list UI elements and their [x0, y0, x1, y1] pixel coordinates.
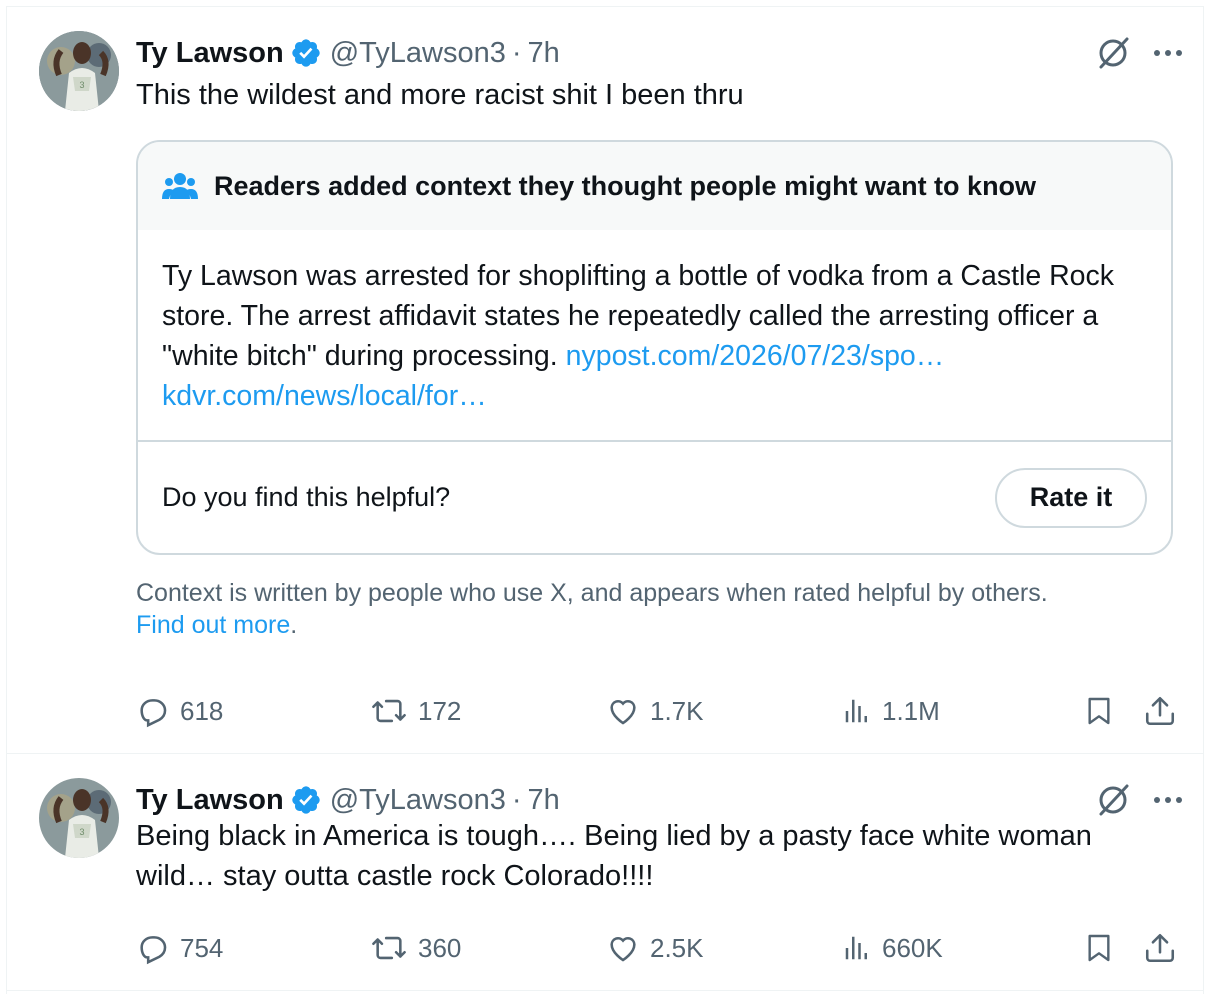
community-note-header: Readers added context they thought peopl… [138, 142, 1171, 230]
find-out-more-link[interactable]: Find out more [136, 611, 290, 639]
avatar[interactable]: 3 [39, 778, 119, 858]
community-note-title: Readers added context they thought peopl… [214, 170, 1037, 201]
grok-icon[interactable] [1095, 782, 1131, 818]
people-icon [162, 171, 198, 201]
tweet-text: This the wildest and more racist shit I … [136, 79, 744, 111]
share-icon[interactable] [1143, 693, 1177, 729]
bookmark-icon[interactable] [1083, 693, 1115, 729]
like-icon [606, 931, 640, 965]
verified-badge-icon [290, 784, 322, 816]
tweet-actions: 618 172 1.7K 1.1M [136, 691, 1177, 731]
tweet-actions: 754 360 2.5K 660K [136, 928, 1177, 968]
community-note-footer: Do you find this helpful? Rate it [138, 442, 1171, 553]
like-icon [606, 694, 640, 728]
bookmark-icon[interactable] [1083, 930, 1115, 966]
tweet-end-actions [1083, 693, 1177, 729]
reply-icon [136, 931, 170, 965]
community-note: Readers added context they thought peopl… [136, 140, 1173, 555]
svg-text:3: 3 [79, 827, 84, 837]
reply-button[interactable]: 618 [136, 694, 370, 728]
tweet-header: Ty Lawson @TyLawson3 · 7h [136, 780, 1183, 820]
like-button[interactable]: 1.7K [606, 694, 842, 728]
tweet-end-actions [1083, 930, 1177, 966]
svg-text:3: 3 [79, 80, 84, 90]
retweet-count: 172 [418, 695, 462, 726]
tweet-header: Ty Lawson @TyLawson3 · 7h [136, 33, 1183, 73]
header-actions [1095, 782, 1183, 818]
more-icon[interactable] [1153, 49, 1183, 57]
context-disclaimer-text: Context is written by people who use X, … [136, 579, 1048, 607]
author-handle[interactable]: @TyLawson3 [330, 37, 506, 70]
avatar[interactable]: 3 [39, 31, 119, 111]
views-count: 660K [882, 932, 943, 963]
retweet-button[interactable]: 360 [370, 931, 606, 965]
reply-count: 754 [180, 932, 224, 963]
header-actions [1095, 35, 1183, 71]
author-name[interactable]: Ty Lawson [136, 37, 284, 70]
more-icon[interactable] [1153, 796, 1183, 804]
separator-dot: · [511, 783, 522, 816]
views-button[interactable]: 1.1M [842, 696, 1082, 727]
note-link[interactable]: kdvr.com/news/local/for… [162, 380, 487, 412]
retweet-count: 360 [418, 932, 462, 963]
tweet[interactable]: 3 Ty Lawson @TyLawson3 · 7h This the wil… [7, 7, 1203, 754]
retweet-icon [370, 694, 408, 728]
views-icon [842, 696, 872, 726]
reply-button[interactable]: 754 [136, 931, 370, 965]
tweet[interactable]: 3 Ty Lawson @TyLawson3 · 7h Being black … [7, 754, 1203, 991]
views-button[interactable]: 660K [842, 933, 1082, 964]
timestamp[interactable]: 7h [528, 784, 560, 817]
views-count: 1.1M [882, 695, 940, 726]
share-icon[interactable] [1143, 930, 1177, 966]
views-icon [842, 933, 872, 963]
context-disclaimer: Context is written by people who use X, … [136, 577, 1143, 641]
frame-right-border [1203, 6, 1204, 994]
like-button[interactable]: 2.5K [606, 931, 842, 965]
like-count: 2.5K [650, 932, 704, 963]
like-count: 1.7K [650, 695, 704, 726]
rate-it-button[interactable]: Rate it [995, 467, 1147, 528]
note-link[interactable]: nypost.com/2026/07/23/spo… [566, 340, 945, 372]
separator-dot: · [511, 36, 522, 69]
timestamp[interactable]: 7h [528, 37, 560, 70]
period: . [290, 611, 298, 639]
reply-icon [136, 694, 170, 728]
reply-count: 618 [180, 695, 224, 726]
retweet-icon [370, 931, 408, 965]
author-name[interactable]: Ty Lawson [136, 784, 284, 817]
grok-icon[interactable] [1095, 35, 1131, 71]
verified-badge-icon [290, 37, 322, 69]
author-handle[interactable]: @TyLawson3 [330, 784, 506, 817]
tweet-text: Being black in America is tough…. Being … [136, 820, 1092, 892]
helpful-question: Do you find this helpful? [162, 482, 451, 512]
community-note-body: Ty Lawson was arrested for shoplifting a… [138, 230, 1171, 440]
retweet-button[interactable]: 172 [370, 694, 606, 728]
